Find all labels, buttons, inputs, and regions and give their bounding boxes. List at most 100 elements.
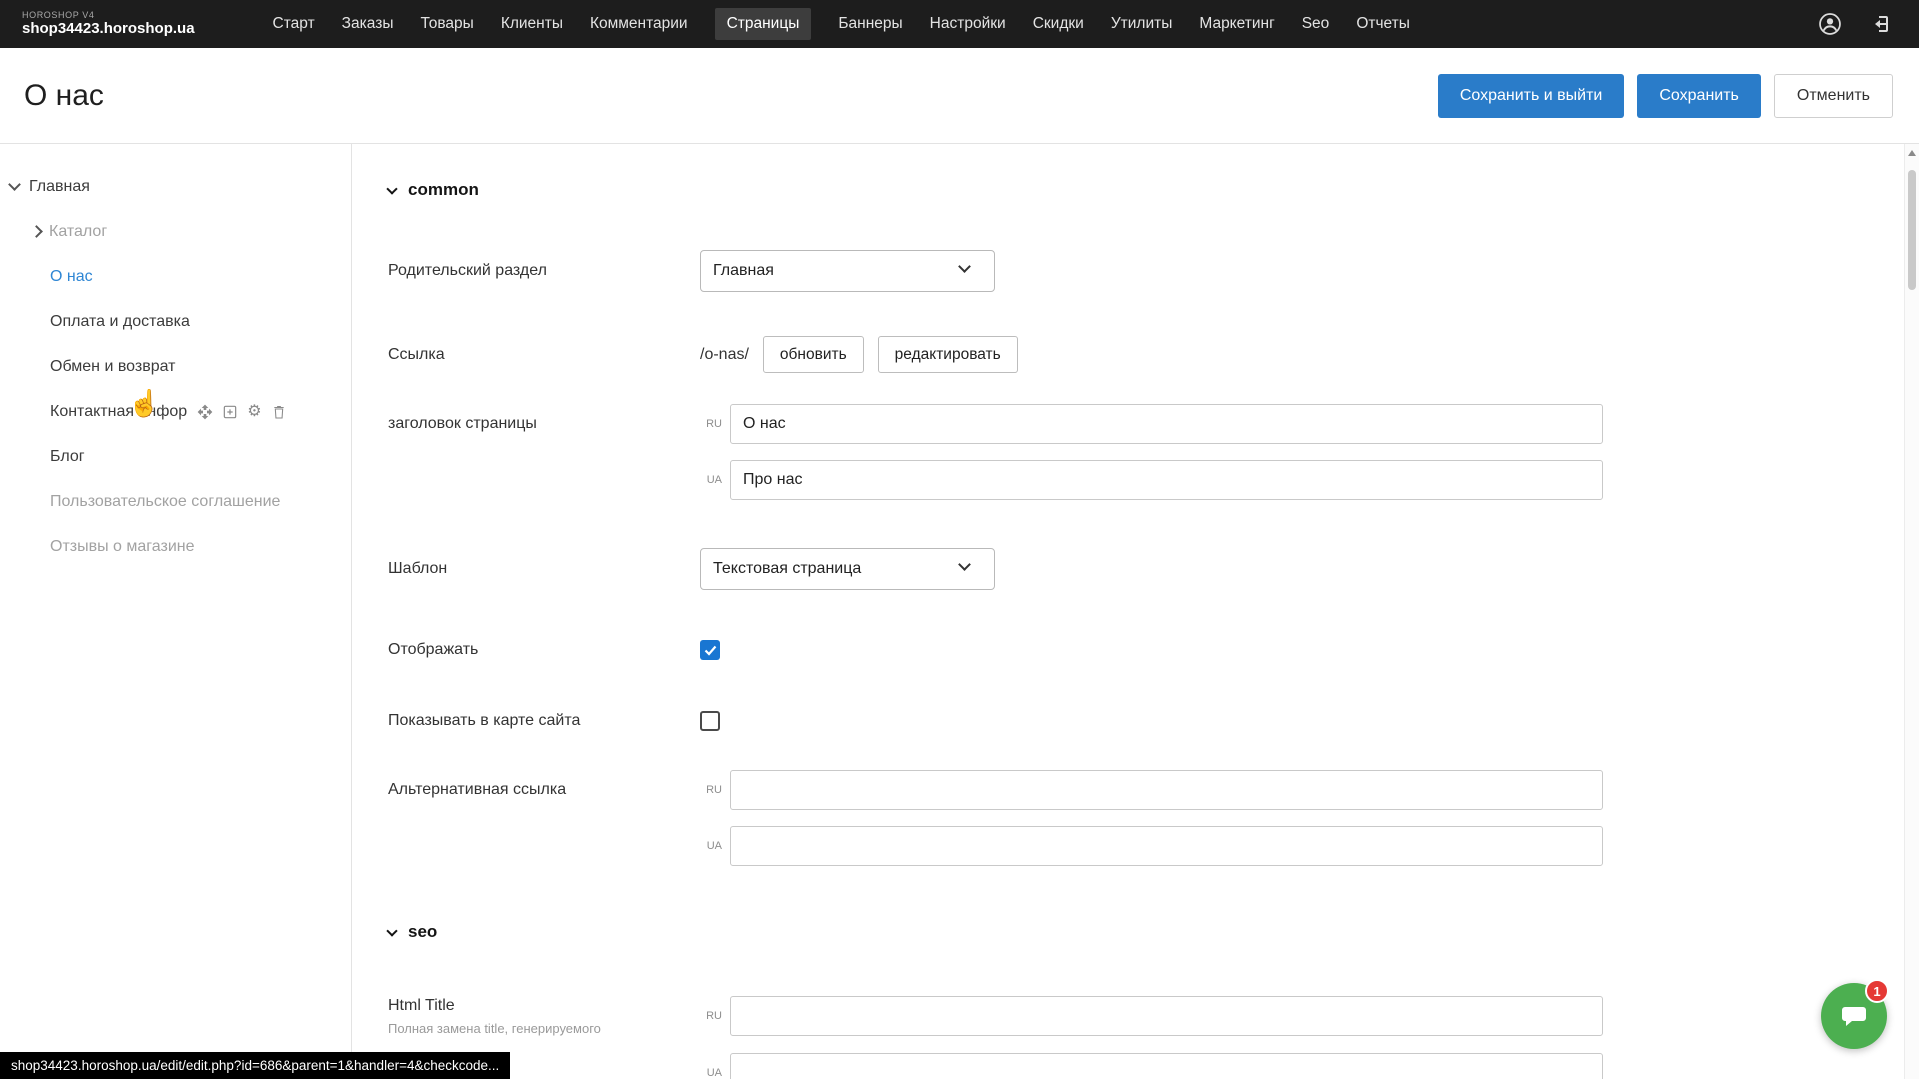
lang-ru-label: RU [700, 418, 730, 430]
brand[interactable]: HOROSHOP V4 shop34423.horoshop.ua [22, 11, 195, 37]
sidebar-item-contact[interactable]: Контактная инфор ⚙ [0, 389, 351, 434]
page-title-ru-input[interactable] [730, 404, 1603, 444]
alt-link-ru-input[interactable] [730, 770, 1603, 810]
section-seo[interactable]: seo [388, 922, 437, 942]
alt-link-ru-row: Альтернативная ссылка RU [388, 770, 1603, 810]
add-page-icon[interactable] [222, 404, 238, 420]
nav-discounts[interactable]: Скидки [1033, 15, 1084, 33]
nav-marketing[interactable]: Маркетинг [1199, 15, 1274, 33]
alt-link-ua-input[interactable] [730, 826, 1603, 866]
app-window: HOROSHOP V4 shop34423.horoshop.ua Старт … [0, 0, 1919, 1079]
save-exit-button[interactable]: Сохранить и выйти [1438, 74, 1625, 118]
nav-orders[interactable]: Заказы [342, 15, 394, 33]
chevron-down-icon[interactable] [8, 178, 21, 191]
link-row: Ссылка /o-nas/ обновить редактировать [388, 336, 1018, 373]
nav-settings[interactable]: Настройки [930, 15, 1006, 33]
sidebar-item-about[interactable]: О нас [0, 254, 351, 299]
vertical-scrollbar[interactable] [1904, 144, 1919, 1079]
chevron-down-icon [958, 558, 971, 571]
nav-comments[interactable]: Комментарии [590, 15, 688, 33]
nav-banners[interactable]: Баннеры [838, 15, 902, 33]
sidebar-item-label: Оплата и доставка [50, 313, 190, 331]
sidebar-item-label: Блог [50, 448, 85, 466]
scroll-up-icon[interactable] [1908, 150, 1916, 156]
nav-clients[interactable]: Клиенты [501, 15, 563, 33]
brand-domain: shop34423.horoshop.ua [22, 21, 195, 38]
nav-products[interactable]: Товары [420, 15, 473, 33]
header-actions: Сохранить и выйти Сохранить Отменить [1438, 74, 1893, 118]
cancel-button[interactable]: Отменить [1774, 74, 1893, 118]
field-label: Шаблон [388, 560, 700, 578]
lang-ua-label: UA [700, 1067, 730, 1079]
topbar: HOROSHOP V4 shop34423.horoshop.ua Старт … [0, 0, 1919, 48]
select-value: Главная [713, 262, 774, 280]
tree-item-actions: ⚙ [197, 404, 286, 420]
chevron-down-icon [386, 183, 397, 194]
sidebar-item-label: Обмен и возврат [50, 358, 175, 376]
sidebar-item-label: Каталог [49, 223, 107, 241]
chat-unread-badge: 1 [1865, 979, 1889, 1003]
html-title-ru-input[interactable] [730, 996, 1603, 1036]
section-title: common [408, 180, 479, 200]
field-label: заголовок страницы [388, 415, 700, 433]
chat-widget-button[interactable]: 1 [1821, 983, 1887, 1049]
sidebar-item-exchange[interactable]: Обмен и возврат [0, 344, 351, 389]
sidebar-item-label: Отзывы о магазине [50, 538, 195, 556]
gear-icon[interactable]: ⚙ [247, 404, 261, 420]
field-hint: Полная замена title, генерируемого [388, 1021, 700, 1036]
template-row: Шаблон Текстовая страница [388, 548, 995, 590]
page-title: О нас [24, 79, 104, 113]
sitemap-row: Показывать в карте сайта [388, 711, 720, 731]
sidebar-item-label: Главная [29, 178, 90, 196]
select-value: Текстовая страница [713, 560, 861, 578]
field-label: Показывать в карте сайта [388, 712, 700, 730]
topbar-right [1817, 11, 1893, 37]
nav-reports[interactable]: Отчеты [1356, 15, 1410, 33]
sidebar-item-home[interactable]: Главная [0, 164, 351, 209]
chat-bubble-icon [1838, 1000, 1870, 1032]
sidebar-item-label: Контактная инфор [50, 403, 187, 421]
sidebar-item-reviews[interactable]: Отзывы о магазине [0, 524, 351, 569]
page-title-ru-row: заголовок страницы RU [388, 404, 1603, 444]
nav-seo[interactable]: Seo [1302, 15, 1330, 33]
section-common[interactable]: common [388, 180, 479, 200]
account-icon[interactable] [1817, 11, 1843, 37]
html-title-ru-row: Html Title Полная замена title, генериру… [388, 996, 1603, 1036]
sitemap-checkbox[interactable] [700, 711, 720, 731]
lang-ru-label: RU [700, 784, 730, 796]
update-link-button[interactable]: обновить [763, 336, 864, 373]
lang-ua-label: UA [700, 474, 730, 486]
page-title-ua-input[interactable] [730, 460, 1603, 500]
sidebar-item-blog[interactable]: Блог [0, 434, 351, 479]
move-icon[interactable] [197, 404, 213, 420]
page-header: О нас Сохранить и выйти Сохранить Отмени… [0, 48, 1919, 144]
field-label: Альтернативная ссылка [388, 781, 700, 799]
sidebar-item-agreement[interactable]: Пользовательское соглашение [0, 479, 351, 524]
trash-icon[interactable] [271, 404, 287, 420]
save-button[interactable]: Сохранить [1637, 74, 1761, 118]
link-preview-statusbar: shop34423.horoshop.ua/edit/edit.php?id=6… [0, 1052, 510, 1079]
parent-section-select[interactable]: Главная [700, 250, 995, 292]
scrollbar-thumb[interactable] [1908, 170, 1916, 290]
lang-ru-label: RU [700, 1010, 730, 1022]
nav-start[interactable]: Старт [273, 15, 315, 33]
edit-link-button[interactable]: редактировать [878, 336, 1018, 373]
html-title-ua-row: UA [388, 1053, 1603, 1079]
sidebar-item-payment[interactable]: Оплата и доставка [0, 299, 351, 344]
field-label-block: Html Title Полная замена title, генериру… [388, 997, 700, 1036]
nav-utilities[interactable]: Утилиты [1111, 15, 1173, 33]
lang-ua-label: UA [700, 840, 730, 852]
display-checkbox[interactable] [700, 640, 720, 660]
sidebar-item-catalog[interactable]: Каталог [0, 209, 351, 254]
html-title-ua-input[interactable] [730, 1053, 1603, 1079]
chevron-right-icon[interactable] [30, 225, 43, 238]
link-path: /o-nas/ [700, 346, 749, 364]
sidebar-item-label: О нас [50, 268, 93, 286]
nav-pages[interactable]: Страницы [715, 8, 812, 40]
field-label: Ссылка [388, 346, 700, 364]
field-label: Html Title [388, 997, 700, 1015]
logout-icon[interactable] [1869, 12, 1893, 36]
alt-link-ua-row: UA [388, 826, 1603, 866]
page-title-ua-row: UA [388, 460, 1603, 500]
template-select[interactable]: Текстовая страница [700, 548, 995, 590]
